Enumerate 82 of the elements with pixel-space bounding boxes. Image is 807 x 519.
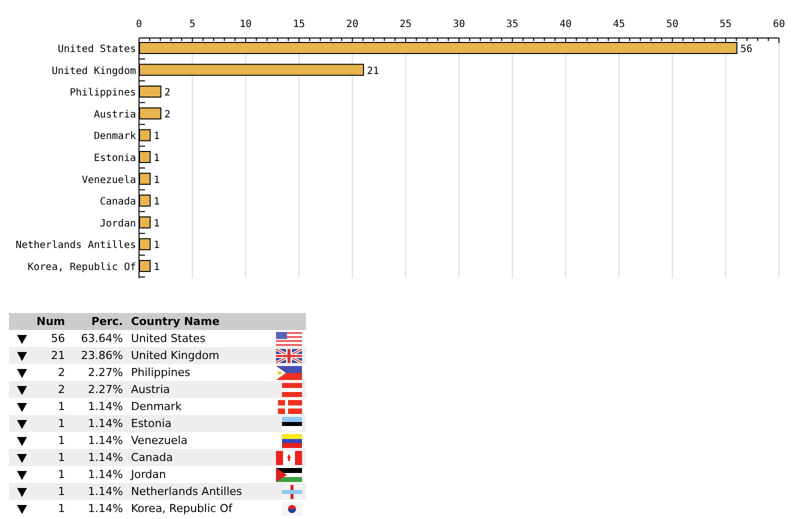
- tick-label: 40: [560, 19, 572, 30]
- category-label: Philippines: [70, 88, 136, 99]
- table-cell: 2.27%: [88, 366, 123, 379]
- tick-label: 20: [346, 19, 358, 30]
- table-cell: Venezuela: [131, 434, 188, 447]
- bar: [139, 86, 162, 98]
- tick-label: 60: [772, 19, 786, 30]
- category-label: Canada: [100, 196, 136, 208]
- tick-label: 55: [720, 19, 732, 30]
- table-cell: 1: [58, 434, 65, 447]
- column-header: Perc.: [91, 315, 123, 328]
- bar: [139, 260, 151, 272]
- bar: [139, 129, 151, 142]
- bar: [139, 194, 151, 207]
- table-cell: 63.64%: [81, 332, 123, 345]
- tick-label: 15: [292, 19, 306, 30]
- category-label: United Kingdom: [52, 66, 136, 77]
- tick-label: 10: [240, 19, 252, 30]
- category-label: United States: [58, 44, 136, 55]
- table-cell: Canada: [131, 451, 173, 464]
- table-cell: Netherlands Antilles: [131, 485, 242, 498]
- table-cell: 2: [58, 383, 65, 396]
- table-cell: 1: [58, 400, 65, 413]
- value-label: 1: [154, 174, 160, 186]
- category-label: Denmark: [94, 131, 136, 142]
- table-cell: Estonia: [131, 417, 172, 430]
- table-cell: 23.86%: [81, 349, 123, 362]
- value-label: 1: [154, 218, 160, 230]
- value-label: 2: [164, 88, 170, 99]
- flag-icon: [276, 468, 302, 482]
- table-cell: 1: [58, 468, 65, 481]
- table-cell: Korea, Republic Of: [131, 502, 232, 515]
- value-label: 1: [154, 262, 160, 273]
- value-label: 1: [154, 240, 160, 252]
- value-label: 1: [154, 131, 160, 142]
- bar: [139, 151, 151, 163]
- table-cell: Philippines: [131, 366, 190, 379]
- table-cell: Austria: [131, 383, 170, 396]
- value-label: 56: [740, 44, 752, 55]
- category-label: Venezuela: [82, 174, 136, 186]
- value-label: 1: [154, 196, 160, 208]
- table-cell: 1.14%: [88, 400, 123, 413]
- table-cell: 1.14%: [88, 468, 123, 481]
- flag-icon: [282, 434, 302, 448]
- table-cell: 1: [58, 485, 65, 498]
- value-label: 2: [164, 109, 170, 120]
- table-cell: 1.14%: [88, 502, 123, 515]
- category-label: Netherlands Antilles: [16, 240, 136, 252]
- table-cell: 1.14%: [88, 434, 123, 447]
- tick-label: 0: [136, 19, 142, 30]
- table-cell: 1.14%: [88, 417, 123, 430]
- category-label: Korea, Republic Of: [28, 262, 136, 273]
- value-label: 21: [367, 66, 380, 77]
- tick-label: 5: [189, 19, 196, 30]
- table-cell: United Kingdom: [131, 349, 220, 362]
- table-cell: 1: [58, 502, 65, 515]
- table-cell: 1.14%: [88, 451, 123, 464]
- table-cell: United States: [131, 332, 206, 345]
- table-cell: 56: [51, 332, 65, 345]
- table-cell: 1: [58, 417, 65, 430]
- table-cell: 1: [58, 451, 65, 464]
- category-label: Jordan: [100, 218, 136, 230]
- table-cell: 2.27%: [88, 383, 123, 396]
- tick-label: 35: [506, 19, 518, 30]
- column-header: Num: [36, 315, 65, 328]
- tick-label: 50: [666, 19, 678, 30]
- table-cell: Denmark: [131, 400, 182, 413]
- bar: [139, 216, 151, 228]
- table-cell: 1.14%: [88, 485, 123, 498]
- table-cell: 2: [58, 366, 65, 379]
- value-label: 1: [154, 153, 160, 164]
- table-cell: 21: [51, 349, 65, 362]
- tick-label: 30: [452, 19, 466, 30]
- table-cell: Jordan: [131, 468, 166, 481]
- bar: [139, 172, 151, 185]
- bar: [139, 107, 162, 120]
- category-label: Estonia: [94, 153, 136, 164]
- tick-label: 45: [612, 19, 626, 30]
- bar: [139, 238, 151, 250]
- column-header: Country Name: [131, 315, 220, 328]
- category-label: Austria: [94, 109, 136, 120]
- tick-label: 25: [400, 19, 412, 30]
